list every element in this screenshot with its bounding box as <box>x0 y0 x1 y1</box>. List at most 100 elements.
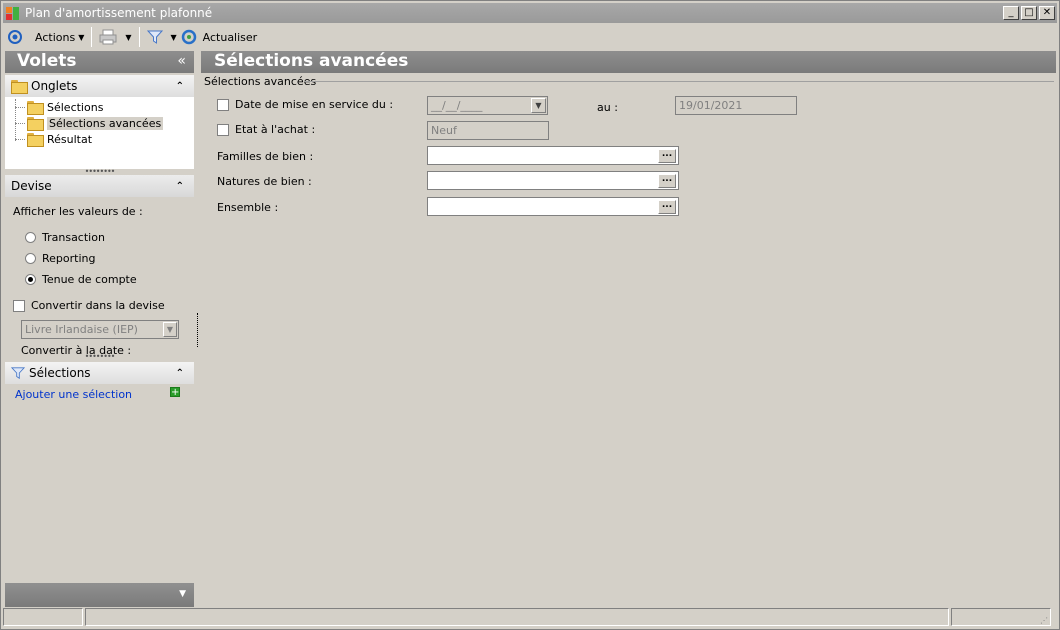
etat-row[interactable]: Etat à l'achat : <box>217 123 315 136</box>
etat-label: Etat à l'achat : <box>235 123 316 136</box>
radio-reporting[interactable]: Reporting <box>25 248 194 269</box>
panel-splitter[interactable] <box>197 313 198 347</box>
resize-grip-icon[interactable]: ⋰ <box>1040 616 1048 625</box>
filter-icon <box>11 367 25 380</box>
title-bar: Plan d'amortissement plafonné _ □ ✕ <box>3 3 1057 23</box>
selections-section-title: Sélections <box>29 366 91 380</box>
devise-section-header[interactable]: Devise ⌃ <box>5 175 194 197</box>
filter-button[interactable]: ▼ <box>143 26 181 48</box>
selections-section-header[interactable]: Sélections ⌃ <box>5 362 194 384</box>
date-service-checkbox[interactable] <box>217 98 229 111</box>
radio-label: Tenue de compte <box>42 273 137 286</box>
date-service-to-input[interactable]: 19/01/2021 <box>675 96 797 115</box>
radio-label: Transaction <box>42 231 105 244</box>
maximize-button[interactable]: □ <box>1021 6 1037 20</box>
add-selection-link[interactable]: Ajouter une sélection <box>15 388 132 401</box>
chevron-down-icon[interactable]: ▼ <box>179 589 186 599</box>
tree-item-selections-avancees[interactable]: Sélections avancées <box>15 115 194 131</box>
tabs-tree: Sélections Sélections avancées Résultat <box>5 97 194 169</box>
date-service-row[interactable]: Date de mise en service du : <box>217 98 393 111</box>
chevron-down-icon: ▼ <box>78 32 85 42</box>
devise-section-title: Devise <box>11 179 52 193</box>
familles-label: Familles de bien : <box>217 150 314 163</box>
toolbar-separator <box>138 27 140 47</box>
etat-input[interactable]: Neuf <box>427 121 549 140</box>
add-selection-row: Ajouter une sélection + <box>5 384 194 406</box>
currency-value: Livre Irlandaise (IEP) <box>25 323 138 336</box>
tree-item-resultat[interactable]: Résultat <box>15 131 194 147</box>
status-cell: ⋰ <box>951 608 1051 626</box>
tabs-section-title: Onglets <box>31 79 78 93</box>
ensemble-label: Ensemble : <box>217 201 279 214</box>
radio-label: Reporting <box>42 252 96 265</box>
tabs-section-header[interactable]: Onglets ⌃ <box>5 75 194 97</box>
natures-input[interactable]: ... <box>427 171 679 190</box>
refresh-button[interactable]: Actualiser <box>181 26 262 48</box>
status-bar: ⋰ <box>3 608 1057 628</box>
print-button[interactable]: ▼ <box>95 26 135 48</box>
filter-icon <box>146 30 163 44</box>
window-title: Plan d'amortissement plafonné <box>25 6 213 20</box>
date-service-from-input[interactable]: __/__/____ ▼ <box>427 96 548 115</box>
collapse-panel-icon[interactable]: « <box>177 51 186 72</box>
divider <box>304 81 1054 82</box>
left-panel-title: Volets <box>17 51 77 71</box>
tree-item-selections[interactable]: Sélections <box>15 99 194 115</box>
left-panel: Volets « Onglets ⌃ Sélections Sélections… <box>5 51 194 607</box>
chevron-down-icon[interactable]: ▼ <box>163 322 177 337</box>
chevron-down-icon[interactable]: ▼ <box>531 98 546 113</box>
actions-menu-button[interactable]: Actions ▼ <box>3 26 88 48</box>
collapse-section-icon[interactable]: ⌃ <box>176 181 184 192</box>
date-to-label: au : <box>597 101 618 114</box>
app-window: Plan d'amortissement plafonné _ □ ✕ Acti… <box>0 0 1060 630</box>
convert-currency-label: Convertir dans la devise <box>31 299 165 312</box>
tree-item-label: Résultat <box>47 132 93 146</box>
group-label: Sélections avancées <box>204 75 321 88</box>
convert-currency-checkbox[interactable] <box>13 299 25 312</box>
radio-button[interactable] <box>25 253 36 264</box>
left-panel-header: Volets « <box>5 51 194 73</box>
ellipsis-button[interactable]: ... <box>658 174 676 188</box>
app-icon <box>5 5 21 21</box>
minimize-button[interactable]: _ <box>1003 6 1019 20</box>
panel-footer[interactable]: ▼ <box>5 583 194 607</box>
toolbar-separator <box>91 27 93 47</box>
collapse-section-icon[interactable]: ⌃ <box>176 368 184 379</box>
chevron-down-icon: ▼ <box>125 32 132 42</box>
main-panel: Sélections avancées Sélections avancées … <box>201 51 1056 607</box>
date-service-value: __/__/____ <box>431 99 483 112</box>
folder-icon <box>27 101 44 115</box>
radio-tenue-de-compte[interactable]: Tenue de compte <box>25 269 194 290</box>
actions-icon <box>8 30 22 44</box>
show-values-label: Afficher les valeurs de : <box>13 205 143 218</box>
collapse-section-icon[interactable]: ⌃ <box>176 81 184 92</box>
radio-transaction[interactable]: Transaction <box>25 227 194 248</box>
refresh-label: Actualiser <box>202 30 258 44</box>
tree-item-label: Sélections avancées <box>47 116 164 130</box>
tree-item-label: Sélections <box>47 100 104 114</box>
open-folder-icon <box>27 117 44 131</box>
ensemble-input[interactable]: ... <box>427 197 679 216</box>
etat-value: Neuf <box>431 124 457 137</box>
radio-button[interactable] <box>25 232 36 243</box>
date-to-value: 19/01/2021 <box>679 99 743 112</box>
currency-select[interactable]: Livre Irlandaise (IEP) ▼ <box>21 320 179 339</box>
folder-icon <box>11 80 28 94</box>
ellipsis-button[interactable]: ... <box>658 200 676 214</box>
convert-currency-row[interactable]: Convertir dans la devise <box>13 299 194 312</box>
folder-icon <box>27 133 44 147</box>
ellipsis-button[interactable]: ... <box>658 149 676 163</box>
natures-label: Natures de bien : <box>217 175 312 188</box>
add-icon[interactable]: + <box>170 387 180 398</box>
page-title: Sélections avancées <box>201 51 1056 73</box>
etat-checkbox[interactable] <box>217 123 229 136</box>
actions-label: Actions <box>35 30 76 44</box>
status-cell <box>3 608 83 626</box>
devise-section-body: Afficher les valeurs de : Transaction Re… <box>5 197 194 357</box>
close-button[interactable]: ✕ <box>1039 6 1055 20</box>
refresh-icon <box>181 29 196 45</box>
familles-input[interactable]: ... <box>427 146 679 165</box>
toolbar: Actions ▼ ▼ ▼ Actualiser <box>3 25 1057 49</box>
status-cell <box>85 608 949 626</box>
radio-button[interactable] <box>25 274 36 285</box>
